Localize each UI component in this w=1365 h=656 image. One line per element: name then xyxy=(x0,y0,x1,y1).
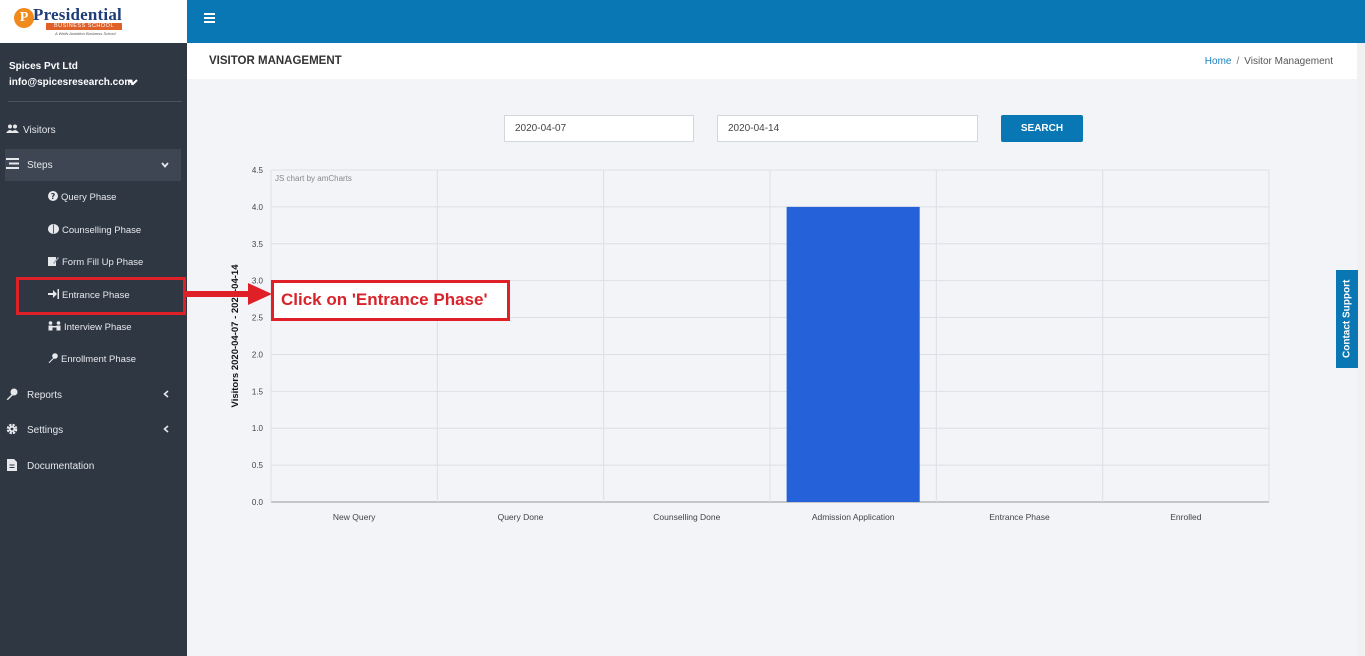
contact-support-label[interactable]: Contact Support xyxy=(1336,270,1358,368)
brain-icon xyxy=(48,224,59,236)
breadcrumb-separator: / xyxy=(1236,56,1240,67)
y-tick-label: 3.5 xyxy=(252,240,264,249)
hamburger-menu-icon[interactable] xyxy=(204,13,215,23)
key-icon xyxy=(5,388,19,403)
x-category-label: Admission Application xyxy=(812,512,895,522)
sidebar-item-settings[interactable]: Settings xyxy=(5,414,181,446)
sidebar-divider xyxy=(8,101,182,102)
sidebar-subitem-interview-phase[interactable]: Interview Phase xyxy=(48,318,132,336)
page-title: VISITOR MANAGEMENT xyxy=(209,55,342,67)
x-category-label: Enrolled xyxy=(1170,512,1201,522)
sidebar-item-reports[interactable]: Reports xyxy=(5,379,181,411)
page-scrollbar[interactable] xyxy=(1357,43,1365,656)
sidebar-item-steps[interactable]: Steps xyxy=(5,149,181,181)
sidebar-item-documentation[interactable]: Documentation xyxy=(5,450,181,482)
sidebar-item-label: Steps xyxy=(27,159,53,171)
logo[interactable]: P Presidential BUSINESS SCHOOL A Wells A… xyxy=(0,0,187,43)
y-tick-label: 4.0 xyxy=(252,203,264,212)
sidebar-subitem-label: Form Fill Up Phase xyxy=(62,256,144,268)
gear-icon xyxy=(5,423,19,438)
from-date-input[interactable] xyxy=(504,115,694,142)
sidebar-subitem-label: Query Phase xyxy=(61,191,117,203)
form-edit-icon xyxy=(48,256,59,268)
annotation-arrow-icon xyxy=(186,283,272,305)
search-button[interactable]: SEARCH xyxy=(1001,115,1083,142)
breadcrumb: Home / Visitor Management xyxy=(1205,56,1333,67)
svg-text:?: ? xyxy=(51,192,56,201)
sidebar-subitem-form-fill-up-phase[interactable]: Form Fill Up Phase xyxy=(48,253,143,271)
to-date-input[interactable] xyxy=(717,115,978,142)
logo-emblem: P xyxy=(14,8,34,28)
key-icon xyxy=(48,353,58,365)
chevron-left-icon xyxy=(163,424,169,436)
chevron-down-icon xyxy=(161,160,169,171)
y-tick-label: 2.5 xyxy=(252,314,264,323)
y-tick-label: 1.0 xyxy=(252,424,264,433)
interview-icon xyxy=(48,321,61,333)
sidebar-subitem-label: Interview Phase xyxy=(64,321,132,333)
y-tick-label: 0.0 xyxy=(252,498,264,507)
x-category-label: Query Done xyxy=(498,512,544,522)
sidebar-subitem-enrollment-phase[interactable]: Enrollment Phase xyxy=(48,350,136,368)
sidebar-subitem-label: Counselling Phase xyxy=(62,224,142,236)
users-icon xyxy=(5,124,19,136)
sidebar-item-visitors[interactable]: Visitors xyxy=(5,114,181,146)
chevron-left-icon xyxy=(163,389,169,401)
x-category-label: Entrance Phase xyxy=(989,512,1050,522)
breadcrumb-home[interactable]: Home xyxy=(1205,56,1232,67)
list-icon xyxy=(5,158,19,172)
top-bar xyxy=(187,0,1365,43)
document-icon xyxy=(5,458,19,474)
chevron-down-icon[interactable] xyxy=(128,78,138,89)
visitors-bar-chart: 0.00.51.01.52.02.53.03.54.04.5New Query Q… xyxy=(230,166,1270,522)
x-category-label: Counselling Done xyxy=(653,512,720,522)
annotation-text: Click on 'Entrance Phase' xyxy=(281,290,488,309)
chart-credit[interactable]: JS chart by amCharts xyxy=(275,174,352,183)
sidebar: P Presidential BUSINESS SCHOOL A Wells A… xyxy=(0,0,187,656)
bar-admission-application[interactable] xyxy=(786,206,920,502)
logo-title: Presidential xyxy=(33,5,122,24)
question-circle-icon: ? xyxy=(48,191,58,203)
sidebar-item-label: Reports xyxy=(27,389,63,401)
y-tick-label: 1.5 xyxy=(252,387,264,396)
y-tick-label: 2.0 xyxy=(252,350,264,359)
y-tick-label: 4.5 xyxy=(252,166,264,175)
annotation-highlight-box xyxy=(16,277,186,315)
x-category-label: New Query xyxy=(333,512,376,522)
breadcrumb-current: Visitor Management xyxy=(1244,56,1333,67)
profile-email[interactable]: info@spicesresearch.com xyxy=(9,77,133,88)
page-header: VISITOR MANAGEMENT Home / Visitor Manageme… xyxy=(187,43,1357,79)
sidebar-item-label: Visitors xyxy=(23,124,56,136)
sidebar-subitem-query-phase[interactable]: ? Query Phase xyxy=(48,188,116,206)
sidebar-subitem-counselling-phase[interactable]: Counselling Phase xyxy=(48,221,141,239)
sidebar-item-label: Settings xyxy=(27,424,64,436)
sidebar-subitem-label: Enrollment Phase xyxy=(61,353,136,365)
sidebar-item-label: Documentation xyxy=(27,460,95,472)
profile-company: Spices Pvt Ltd xyxy=(9,61,78,72)
logo-subtitle: BUSINESS SCHOOL xyxy=(46,23,122,30)
y-tick-label: 0.5 xyxy=(252,461,264,470)
logo-tagline: A Wells Ambition Business School xyxy=(55,31,116,36)
